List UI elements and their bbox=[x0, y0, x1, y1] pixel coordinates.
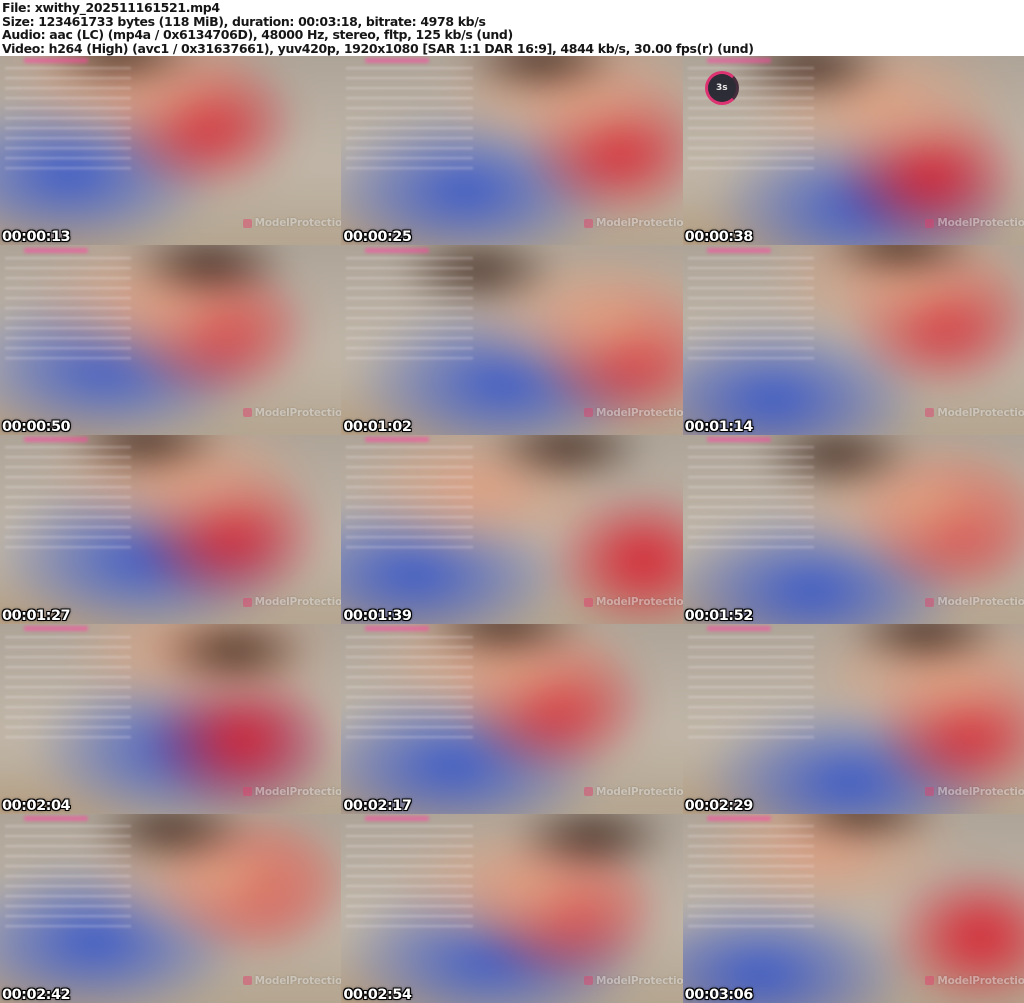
stream-title-overlay bbox=[365, 58, 430, 64]
timecode-label: 00:01:39 bbox=[343, 608, 412, 625]
video-thumbnail-frame: ModelProtection 00:02:29 bbox=[682, 624, 1024, 814]
watermark: ModelProtection bbox=[583, 406, 683, 419]
watermark-text: ModelProtection bbox=[254, 217, 342, 230]
stream-title-overlay bbox=[23, 437, 88, 443]
video-contact-sheet: File: xwithy_202511161521.mp4 Size: 1234… bbox=[0, 0, 1024, 1003]
video-thumbnail-frame: ModelProtection 00:01:14 bbox=[682, 245, 1024, 435]
watermark-text: ModelProtection bbox=[254, 406, 342, 419]
watermark-logo-icon bbox=[925, 597, 935, 607]
stream-title-overlay bbox=[23, 58, 88, 64]
video-thumbnail-frame: ModelProtection 00:02:04 bbox=[0, 624, 342, 814]
stream-title-overlay bbox=[23, 247, 88, 253]
watermark-logo-icon bbox=[925, 976, 935, 986]
stream-title-overlay bbox=[706, 437, 771, 443]
stream-title-overlay bbox=[365, 626, 430, 632]
watermark: ModelProtection bbox=[583, 596, 683, 609]
watermark-text: ModelProtection bbox=[254, 785, 342, 798]
timecode-label: 00:02:29 bbox=[684, 797, 754, 814]
metadata-audio-line: Audio: aac (LC) (mp4a / 0x6134706D), 480… bbox=[2, 27, 513, 43]
watermark-logo-icon bbox=[583, 408, 593, 418]
watermark-text: ModelProtection bbox=[937, 217, 1024, 230]
metadata-size-line: Size: 123461733 bytes (118 MiB), duratio… bbox=[2, 13, 486, 29]
stream-title-overlay bbox=[706, 58, 771, 64]
timecode-label: 00:02:17 bbox=[343, 797, 412, 814]
timecode-label: 00:00:25 bbox=[343, 229, 412, 246]
watermark-logo-icon bbox=[242, 787, 252, 797]
watermark-text: ModelProtection bbox=[937, 785, 1024, 798]
watermark: ModelProtection bbox=[242, 785, 342, 798]
watermark-text: ModelProtection bbox=[595, 785, 683, 798]
watermark-logo-icon bbox=[583, 218, 593, 228]
watermark-text: ModelProtection bbox=[937, 596, 1024, 609]
timecode-label: 00:01:52 bbox=[684, 608, 754, 625]
stream-title-overlay bbox=[23, 815, 88, 821]
watermark: ModelProtection bbox=[925, 407, 1024, 419]
timecode-label: 00:02:42 bbox=[2, 986, 71, 1003]
watermark-text: ModelProtection bbox=[595, 406, 683, 419]
stream-title-overlay bbox=[365, 437, 430, 443]
stream-title-overlay bbox=[365, 247, 430, 253]
watermark: ModelProtection bbox=[242, 217, 342, 230]
timecode-label: 00:00:38 bbox=[684, 229, 754, 246]
video-metadata-header: File: xwithy_202511161521.mp4 Size: 1234… bbox=[0, 0, 1024, 56]
timecode-label: 00:01:14 bbox=[684, 418, 754, 435]
watermark-text: ModelProtection bbox=[937, 406, 1024, 419]
video-thumbnail-frame: ModelProtection 00:00:25 bbox=[341, 56, 683, 246]
watermark-logo-icon bbox=[242, 218, 252, 228]
timecode-label: 00:03:06 bbox=[684, 986, 754, 1003]
watermark-text: ModelProtection bbox=[254, 974, 342, 987]
watermark: ModelProtection bbox=[925, 975, 1024, 987]
watermark: ModelProtection bbox=[242, 406, 342, 419]
video-thumbnail-frame: ModelProtection 00:00:38 3s bbox=[682, 56, 1024, 246]
timecode-label: 00:02:04 bbox=[2, 797, 71, 814]
watermark: ModelProtection bbox=[925, 217, 1024, 229]
thumbnail-grid: ModelProtection 00:00:13 ModelProtection… bbox=[0, 56, 1024, 1003]
watermark-text: ModelProtection bbox=[595, 217, 683, 230]
stream-title-overlay bbox=[706, 626, 771, 632]
video-thumbnail-frame: ModelProtection 00:01:39 bbox=[341, 434, 683, 625]
video-thumbnail-frame: ModelProtection 00:01:52 bbox=[682, 434, 1024, 625]
video-thumbnail-frame: ModelProtection 00:02:17 bbox=[341, 624, 683, 814]
timecode-label: 00:00:50 bbox=[2, 418, 71, 435]
watermark-text: ModelProtection bbox=[595, 974, 683, 987]
watermark: ModelProtection bbox=[925, 596, 1024, 608]
video-thumbnail-frame: ModelProtection 00:01:02 bbox=[341, 245, 683, 435]
watermark-logo-icon bbox=[583, 976, 593, 986]
video-thumbnail-frame: ModelProtection 00:01:27 bbox=[0, 434, 342, 625]
stream-title-overlay bbox=[365, 815, 430, 821]
video-thumbnail-frame: ModelProtection 00:00:13 bbox=[0, 56, 342, 246]
watermark: ModelProtection bbox=[242, 974, 342, 987]
video-thumbnail-frame: ModelProtection 00:03:06 bbox=[682, 813, 1024, 1003]
watermark-logo-icon bbox=[925, 787, 935, 797]
video-thumbnail-frame: ModelProtection 00:00:50 bbox=[0, 245, 342, 435]
stream-title-overlay bbox=[706, 815, 771, 821]
watermark-logo-icon bbox=[242, 408, 252, 418]
watermark: ModelProtection bbox=[925, 786, 1024, 798]
metadata-video-line: Video: h264 (High) (avc1 / 0x31637661), … bbox=[2, 40, 754, 56]
watermark-logo-icon bbox=[242, 597, 252, 607]
video-thumbnail-frame: ModelProtection 00:02:54 bbox=[341, 813, 683, 1003]
goal-timer-badge: 3s bbox=[704, 71, 739, 106]
watermark-logo-icon bbox=[925, 408, 935, 418]
watermark: ModelProtection bbox=[242, 596, 342, 609]
watermark-logo-icon bbox=[242, 976, 252, 986]
video-thumbnail-frame: ModelProtection 00:02:42 bbox=[0, 813, 342, 1003]
watermark: ModelProtection bbox=[583, 785, 683, 798]
watermark-text: ModelProtection bbox=[595, 596, 683, 609]
watermark-text: ModelProtection bbox=[254, 596, 342, 609]
watermark-text: ModelProtection bbox=[937, 974, 1024, 987]
watermark-logo-icon bbox=[583, 597, 593, 607]
timecode-label: 00:01:27 bbox=[2, 608, 71, 625]
watermark: ModelProtection bbox=[583, 217, 683, 230]
metadata-file-line: File: xwithy_202511161521.mp4 bbox=[2, 0, 220, 15]
watermark-logo-icon bbox=[925, 218, 935, 228]
timecode-label: 00:00:13 bbox=[2, 229, 71, 246]
timecode-label: 00:02:54 bbox=[343, 986, 412, 1003]
stream-title-overlay bbox=[23, 626, 88, 632]
watermark: ModelProtection bbox=[583, 974, 683, 987]
timecode-label: 00:01:02 bbox=[343, 418, 412, 435]
watermark-logo-icon bbox=[583, 787, 593, 797]
stream-title-overlay bbox=[706, 247, 771, 253]
